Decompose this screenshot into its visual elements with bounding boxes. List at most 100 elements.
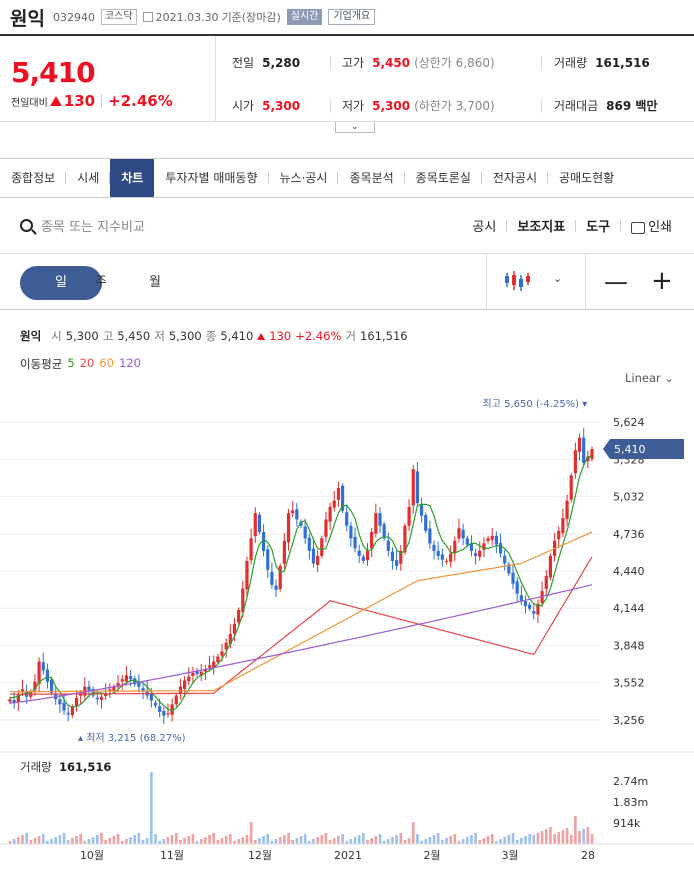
candle-body (378, 513, 382, 526)
candle-body (220, 651, 224, 656)
candle-body (478, 550, 482, 557)
lower-limit: (하한가 3,700) (414, 99, 495, 113)
zoom-out-button[interactable]: — (604, 268, 628, 296)
volume: 거래량 161,516 (554, 54, 650, 71)
y-tick-label: 3,256 (613, 714, 645, 727)
expand-button[interactable]: ⌄ (335, 122, 375, 133)
volume-bar (424, 839, 428, 844)
ma5-line (9, 455, 592, 712)
volume-bar (104, 840, 107, 844)
period-week-button[interactable]: 주 (74, 266, 128, 300)
candle-body (332, 500, 336, 508)
volume-bar (366, 840, 369, 844)
volume-bar (191, 834, 195, 844)
volume-bar (312, 839, 315, 844)
candle-body (286, 513, 291, 543)
candle-body (353, 536, 357, 549)
candle-body (390, 551, 395, 561)
volume-bar (299, 836, 303, 844)
volume-bar (37, 836, 41, 844)
volume-bar (453, 834, 457, 844)
compare-search[interactable]: 종목 또는 지수비교 (20, 216, 145, 235)
volume-bar (112, 836, 116, 844)
indicators-button[interactable]: 보조지표 (517, 216, 565, 235)
volume-bar (561, 830, 565, 844)
candle-body (153, 702, 158, 706)
change-value: 130 (269, 329, 292, 343)
chevron-down-icon[interactable]: ⌄ (553, 272, 562, 285)
candle-body (74, 698, 79, 707)
candle-body (124, 675, 128, 682)
tools-button[interactable]: 도구 (586, 216, 610, 235)
candle-body (311, 548, 316, 564)
price-chart[interactable]: 5,6245,3285,0324,7364,4404,1443,8483,552… (0, 392, 694, 873)
zoom-in-button[interactable]: + (651, 266, 673, 296)
realtime-badge[interactable]: 실시간 (286, 9, 323, 25)
tab-8[interactable]: 공매도현황 (548, 159, 625, 197)
candle-body (187, 676, 191, 682)
volume-bar (237, 839, 240, 844)
candle-body (498, 543, 503, 554)
candle-body (237, 609, 241, 623)
candle-body (282, 540, 286, 564)
candle-body (453, 540, 457, 553)
candle-body (295, 509, 299, 520)
volume-bar (220, 838, 224, 844)
high-value: 5,450 (372, 55, 411, 70)
candle-body (490, 535, 494, 540)
volume-bar (470, 835, 473, 844)
tab-3[interactable]: 투자자별 매매동향 (154, 159, 269, 197)
volume-bar (108, 838, 112, 844)
candle-body (249, 538, 253, 561)
upper-limit: (상한가 6,860) (414, 56, 495, 70)
volume-bar (582, 829, 585, 844)
volume-bar (274, 839, 278, 844)
y-tick-label: 4,440 (613, 565, 645, 578)
volume-bar (145, 838, 149, 844)
period-month-button[interactable]: 월 (128, 266, 182, 300)
tab-4[interactable]: 뉴스·공시 (269, 159, 339, 197)
search-placeholder[interactable]: 종목 또는 지수비교 (41, 216, 145, 235)
candle-body (62, 702, 66, 711)
candle-body (349, 525, 353, 539)
disclosure-button[interactable]: 공시 (472, 216, 496, 235)
tab-2[interactable]: 차트 (110, 159, 155, 197)
volume-bar (540, 831, 544, 844)
tab-6[interactable]: 종목토론실 (405, 159, 483, 197)
moving-average-legend[interactable]: 이동평균 5 20 60 120 (20, 356, 141, 372)
company-overview-button[interactable]: 기업개요 (328, 9, 376, 25)
volume-bar (116, 834, 120, 844)
scale-selector[interactable]: Linear ⌄ (625, 371, 674, 385)
volume-bar (432, 835, 436, 844)
volume-bar (503, 837, 506, 844)
print-button[interactable]: 인쇄 (631, 216, 672, 235)
volume-bar (324, 833, 328, 844)
candlestick-type-icon[interactable] (503, 270, 531, 292)
high-value: 5,450 (117, 329, 151, 343)
volume-bar (17, 837, 20, 844)
x-tick-label: 2021 (334, 849, 362, 862)
volume-value: 161,516 (595, 55, 650, 70)
candle-body (41, 662, 45, 671)
volume-bar (166, 837, 170, 844)
volume-bar (216, 840, 220, 844)
tab-7[interactable]: 전자공시 (482, 159, 549, 197)
tab-5[interactable]: 종목분석 (338, 159, 405, 197)
volume-bar (461, 839, 465, 844)
candle-body (216, 656, 220, 663)
tab-0[interactable]: 종합정보 (0, 159, 67, 197)
volume-bar (399, 833, 403, 844)
tab-1[interactable]: 시세 (66, 159, 111, 197)
volume-bar (332, 838, 336, 844)
candle-body (166, 713, 170, 715)
volume-bar (208, 835, 211, 844)
candle-body (382, 524, 386, 539)
volume-bar (25, 833, 28, 844)
candle-body (557, 530, 561, 540)
candle-body (395, 560, 399, 566)
min-price-label: ▴ 최저 3,215 (68.27%) (78, 732, 186, 744)
volume-bar (162, 839, 166, 844)
volume-bar (295, 838, 299, 844)
candle-body (415, 471, 419, 504)
volume-bar (66, 840, 70, 844)
